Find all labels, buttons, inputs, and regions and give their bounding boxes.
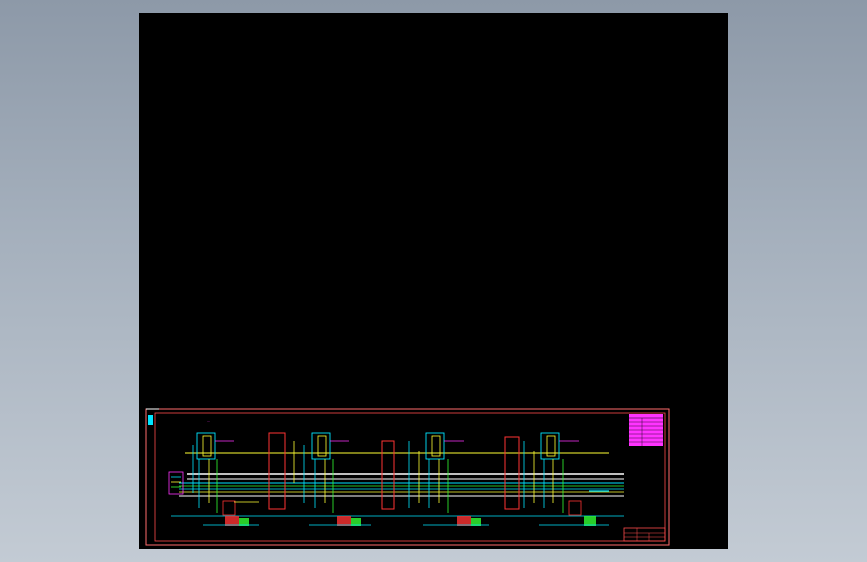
vessel-2 (381, 440, 395, 510)
vessel-3 (504, 436, 520, 510)
sheet-corner-tag (148, 415, 153, 425)
title-block (623, 527, 666, 542)
drawing-sheet: — (145, 408, 670, 546)
process-unit-1: — (192, 419, 259, 526)
main-headers (171, 452, 624, 517)
svg-text:—: — (207, 419, 210, 423)
legend-table (629, 414, 663, 446)
vessel-1 (268, 432, 286, 510)
cad-model-space[interactable]: — (139, 13, 728, 549)
